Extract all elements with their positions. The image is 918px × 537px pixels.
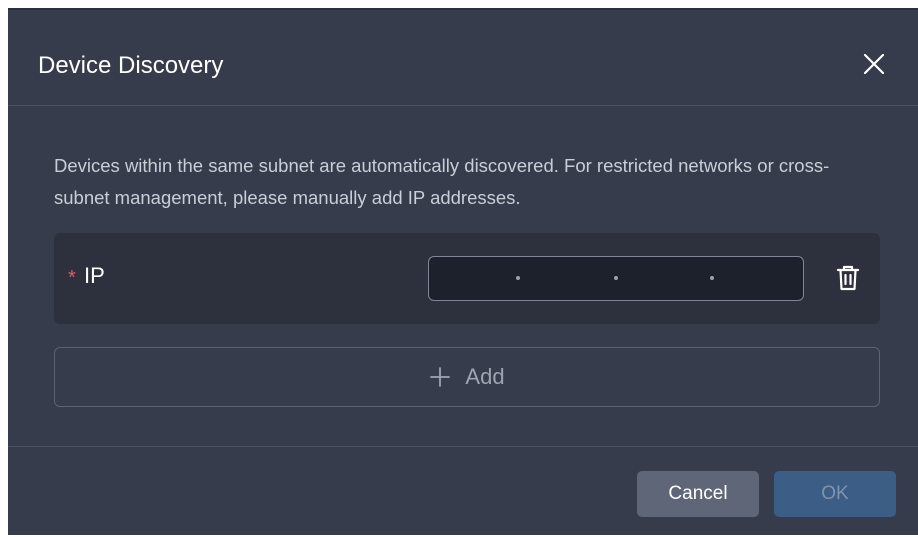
plus-icon [430,367,451,387]
dialog-header: Device Discovery [8,10,918,106]
add-button-label: Add [465,364,505,389]
dialog-footer: Cancel OK [8,446,918,537]
ip-separator-dot [614,276,618,280]
required-mark: * [68,267,76,289]
ip-separator-dot [710,276,714,280]
device-discovery-dialog: Device Discovery Devices within the same… [8,8,918,535]
close-icon [863,53,885,75]
ip-separator-dot [516,276,520,280]
ip-entry-row: * IP [54,233,880,324]
dialog-title: Device Discovery [38,52,224,79]
delete-ip-button[interactable] [834,263,862,293]
dialog-description: Devices within the same subnet are autom… [54,155,830,208]
cancel-button[interactable]: Cancel [637,471,759,517]
ip-label: IP [84,263,105,288]
close-button[interactable] [858,48,890,80]
trash-icon [836,265,860,291]
add-ip-button[interactable]: Add [54,347,880,407]
ok-button[interactable]: OK [774,471,896,517]
